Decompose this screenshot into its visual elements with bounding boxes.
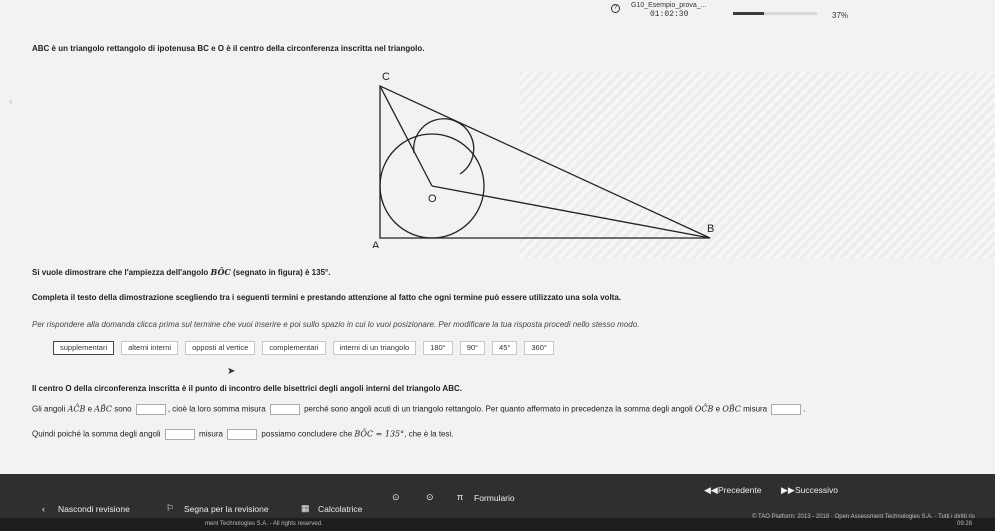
s2-a: Gli angoli — [32, 404, 68, 414]
previous-icon[interactable]: ◀◀ — [704, 485, 718, 496]
previous-button[interactable]: Precedente — [718, 485, 761, 495]
blank-4[interactable] — [164, 429, 195, 440]
next-icon[interactable]: ▶▶ — [781, 485, 795, 496]
term-chip[interactable]: 360° — [524, 341, 554, 355]
s2-f: misura — [740, 404, 770, 414]
term-chip[interactable]: 180° — [423, 341, 453, 355]
bisector-c — [379, 85, 433, 187]
info-icon[interactable]: ? — [611, 4, 620, 13]
blank-2[interactable] — [269, 404, 300, 415]
next-button[interactable]: Successivo — [795, 485, 838, 495]
prove-pre: Si vuole dimostrare che l'ampiezza dell'… — [32, 268, 211, 277]
s2-g: . — [803, 404, 806, 414]
calculator-button[interactable]: Calcolatrice — [318, 504, 362, 514]
hide-review-button[interactable]: Nascondi revisione — [58, 504, 130, 514]
instruction-help: Per rispondere alla domanda clicca prima… — [32, 320, 640, 329]
blank-5[interactable] — [227, 429, 258, 440]
calculator-icon[interactable]: ▦ — [301, 503, 310, 514]
footer-right: © TAO Platform: 2013 - 2018 · Open Asses… — [752, 514, 975, 520]
term-chip[interactable]: opposti al vertice — [185, 341, 256, 355]
zoom-icon[interactable]: ⊙ — [392, 492, 400, 503]
label-b: B — [707, 223, 714, 235]
progress-fill — [733, 12, 765, 15]
s2-b: sono — [112, 404, 134, 414]
prove-statement: Si vuole dimostrare che l'ampiezza dell'… — [32, 267, 330, 277]
triangle-abc — [379, 84, 711, 239]
navigation-bar: ‹ Nascondi revisione ⚐ Segna per la revi… — [0, 474, 995, 518]
flag-icon[interactable]: ⚐ — [166, 503, 174, 514]
pi-icon[interactable]: π — [457, 492, 463, 502]
chevron-left-icon[interactable]: ‹ — [42, 504, 45, 514]
triangle-figure: C O B A — [372, 71, 714, 248]
s3-d: , che è la tesi. — [404, 429, 454, 439]
term-choices: supplementari alterni interni opposti al v… — [53, 341, 554, 355]
angle-acb: AĈB — [67, 404, 86, 414]
progress-bar — [733, 12, 817, 15]
clock: 09:28 — [957, 521, 973, 527]
s2-e: e — [85, 404, 95, 414]
angle-ocb: OĈB — [694, 404, 714, 414]
s3-c: possiamo concludere che — [259, 429, 355, 439]
flag-review-button[interactable]: Segna per la revisione — [184, 504, 269, 514]
timer: 01:02:30 — [650, 10, 689, 19]
label-o: O — [428, 193, 437, 205]
angle-boc: BÔC — [210, 267, 231, 277]
s2-e2: e — [713, 404, 723, 414]
instruction-complete: Completa il testo della dimostrazione sc… — [32, 293, 622, 302]
footer-left: ment Technologies S.A. - All rights rese… — [205, 521, 323, 527]
question-area: ‹ ABC è un triangolo rettangolo di ipote… — [0, 28, 995, 474]
label-a: A — [372, 240, 380, 248]
solution-line-1: Il centro O della circonferenza inscritt… — [32, 384, 462, 393]
term-chip[interactable]: alterni interni — [121, 341, 179, 355]
target-icon[interactable]: ⊙ — [426, 492, 434, 503]
blank-1[interactable] — [135, 404, 166, 415]
solution-line-2: Gli angoli AĈB e AB̂C sono , cioè la lor… — [32, 404, 806, 415]
term-chip[interactable]: complementari — [262, 341, 326, 355]
prove-post: (segnato in figura) è 135°. — [230, 268, 331, 277]
top-status-bar: ? G10_Esempio_prova_... 01:02:30 37% — [0, 0, 995, 28]
bisector-b — [431, 185, 711, 239]
term-chip[interactable]: supplementari — [53, 341, 115, 355]
blank-3[interactable] — [771, 404, 802, 415]
angle-obc: OB̂C — [722, 404, 741, 414]
mouse-cursor-icon: ➤ — [227, 366, 236, 377]
solution-line-3: Quindi poiché la somma degli angoli misu… — [32, 429, 454, 440]
progress-percent: 37% — [832, 11, 849, 20]
term-chip[interactable]: 90° — [459, 341, 486, 355]
test-name: G10_Esempio_prova_... — [631, 2, 707, 9]
formulary-button[interactable]: Formulario — [474, 493, 515, 503]
s3-a: Quindi poiché la somma degli angoli — [32, 429, 163, 439]
s3-b: misura — [196, 429, 226, 439]
s2-c: , cioè la loro somma misura — [167, 404, 268, 414]
term-chip[interactable]: interni di un triangolo — [332, 341, 417, 355]
angle-abc: AB̂C — [94, 404, 113, 414]
label-c: C — [382, 71, 390, 83]
chevron-left-icon[interactable]: ‹ — [9, 96, 13, 108]
s2-d: perché sono angoli acuti di un triangolo… — [301, 404, 695, 414]
term-chip[interactable]: 45° — [492, 341, 518, 355]
question-intro: ABC è un triangolo rettangolo di ipotenu… — [32, 44, 425, 53]
footer: ment Technologies S.A. - All rights rese… — [0, 514, 995, 531]
angle-boc-eq: BÔC = 135° — [354, 429, 405, 439]
